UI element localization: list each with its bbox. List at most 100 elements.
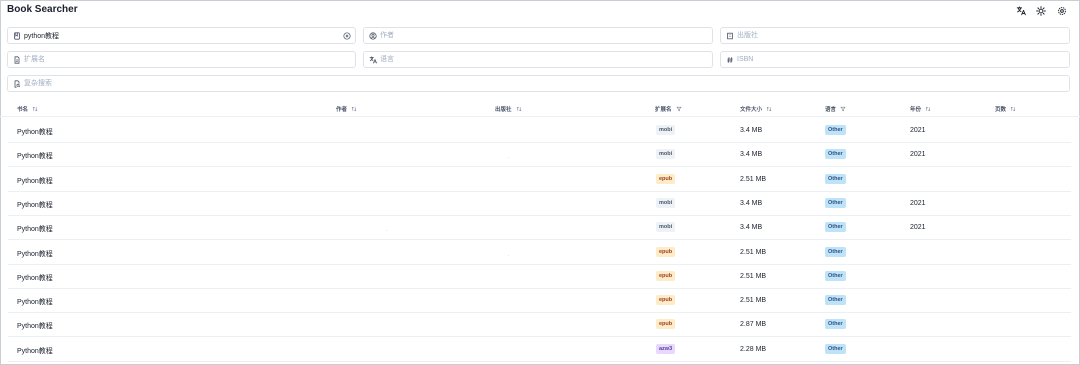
cell-title: Python教程: [17, 347, 53, 355]
header-extension[interactable]: 扩展名: [655, 105, 682, 113]
extension-badge: epub: [656, 270, 676, 281]
clear-title-button[interactable]: [342, 31, 351, 40]
theme-toggle-button[interactable]: [1033, 3, 1049, 19]
hash-icon: [725, 55, 734, 64]
app-title: Book Searcher: [7, 4, 78, 15]
language-search-field[interactable]: [363, 51, 713, 68]
table-row[interactable]: Python教程. mobi 3.4 MB Other 2021: [8, 216, 1071, 241]
cell-year: 2021: [910, 199, 926, 207]
extension-badge: mobi: [656, 149, 676, 160]
settings-button[interactable]: [1054, 3, 1070, 19]
language-badge: Other: [825, 149, 846, 160]
extension-badge: mobi: [656, 125, 676, 135]
table-row[interactable]: Python教程. mobi 3.4 MB Other 2021: [8, 143, 1071, 168]
extension-search-input[interactable]: [24, 53, 337, 66]
cell-year: 2021: [910, 151, 926, 159]
language-badge: Other: [825, 319, 846, 330]
table-row[interactable]: Python教程 epub 2.51 MB Other: [8, 265, 1071, 289]
sort-icon: [925, 106, 931, 112]
sort-icon: [1010, 106, 1016, 112]
publisher-search-input[interactable]: [737, 29, 1051, 42]
extension-badge: mobi: [656, 197, 676, 208]
filter-icon: [675, 106, 682, 112]
language-badge: Other: [825, 295, 846, 306]
header-language[interactable]: 语言: [825, 105, 846, 113]
header-title[interactable]: 书名: [17, 105, 38, 113]
cell-filesize: 3.4 MB: [740, 224, 763, 232]
cell-title: Python教程: [17, 129, 53, 136]
language-search-input[interactable]: [380, 53, 694, 66]
extension-badge: epub: [656, 295, 676, 306]
publisher-search-field[interactable]: [720, 27, 1070, 44]
cell-filesize: 2.51 MB: [740, 297, 767, 305]
building-icon: [725, 31, 734, 40]
header-pages[interactable]: 页数: [995, 105, 1016, 113]
user-icon: [368, 31, 377, 40]
cell-filesize: 3.4 MB: [740, 127, 763, 134]
filter-icon: [840, 106, 846, 112]
header-author[interactable]: 作者: [336, 105, 357, 113]
gear-icon: [1058, 7, 1066, 15]
cell-filesize: 2.28 MB: [740, 345, 767, 353]
cell-filesize: 3.4 MB: [740, 199, 763, 207]
title-search-input[interactable]: [24, 29, 337, 42]
cell-filesize: 2.87 MB: [740, 321, 767, 329]
language-badge: Other: [825, 197, 846, 208]
complex-search-input[interactable]: [24, 77, 1051, 90]
title-search-field[interactable]: [7, 27, 356, 44]
cell-title: Python教程: [17, 274, 53, 282]
isbn-search-input[interactable]: [737, 53, 1051, 66]
language-badge: Other: [825, 222, 846, 233]
cell-year: 2021: [910, 224, 926, 232]
sort-icon: [351, 106, 357, 112]
language-badge: Other: [825, 246, 846, 257]
cell-title: Python教程: [17, 323, 53, 331]
sun-icon: [1036, 6, 1046, 16]
language-badge: Other: [825, 343, 846, 354]
sort-icon: [766, 106, 772, 112]
table-row[interactable]: Python教程 epub 2.51 MB Other: [8, 289, 1071, 314]
clear-icon: [342, 31, 351, 40]
sort-icon: [516, 106, 521, 112]
translate-icon: [1016, 6, 1026, 16]
table-row[interactable]: Python教程 epub 2.51 MB Other: [8, 168, 1071, 192]
extension-badge: epub: [656, 173, 676, 184]
cell-author: .: [386, 227, 388, 234]
cell-filesize: 2.51 MB: [740, 248, 767, 256]
app-header: Book Searcher: [0, 0, 1080, 22]
table-header: 书名 作者 出版社 扩展名 文件大小 语言 年份 页数: [0, 101, 1080, 117]
table-row[interactable]: Python教程. epub 2.51 MB Other: [8, 241, 1071, 265]
language-badge: Other: [825, 173, 846, 184]
extension-badge: azw3: [656, 343, 676, 354]
cell-title: Python教程: [17, 201, 53, 209]
extension-badge: mobi: [656, 222, 676, 233]
table-row[interactable]: Python教程 epub 2.87 MB Other: [8, 313, 1071, 338]
language-badge: Other: [825, 125, 846, 135]
cell-title: Python教程: [17, 177, 53, 185]
author-search-field[interactable]: [363, 27, 713, 44]
cell-publisher: .: [508, 251, 510, 258]
table-row[interactable]: Python教程 mobi 3.4 MB Other 2021: [8, 192, 1071, 216]
translate-icon: [368, 55, 377, 64]
extension-search-field[interactable]: [7, 51, 356, 68]
table-row[interactable]: Python教程 mobi 3.4 MB Other 2021: [8, 119, 1071, 143]
language-toggle-button[interactable]: [1013, 3, 1029, 19]
isbn-search-field[interactable]: [720, 51, 1070, 68]
header-year[interactable]: 年份: [910, 105, 931, 113]
file-icon: [12, 55, 21, 64]
cell-year: 2021: [910, 127, 926, 134]
table-row[interactable]: Python教程 azw3 2.28 MB Other: [8, 338, 1071, 362]
cell-publisher: .: [508, 154, 510, 161]
extension-badge: epub: [656, 319, 676, 330]
cell-title: Python教程: [17, 153, 53, 161]
complex-search-field[interactable]: [7, 75, 1070, 92]
header-publisher[interactable]: 出版社: [495, 105, 522, 113]
author-search-input[interactable]: [380, 29, 694, 42]
cell-title: Python教程: [17, 226, 53, 234]
language-badge: Other: [825, 270, 846, 281]
cell-filesize: 2.51 MB: [740, 175, 767, 183]
cell-filesize: 2.51 MB: [740, 272, 767, 280]
cell-title: Python教程: [17, 299, 53, 307]
header-filesize[interactable]: 文件大小: [740, 105, 772, 113]
sort-icon: [32, 106, 38, 112]
